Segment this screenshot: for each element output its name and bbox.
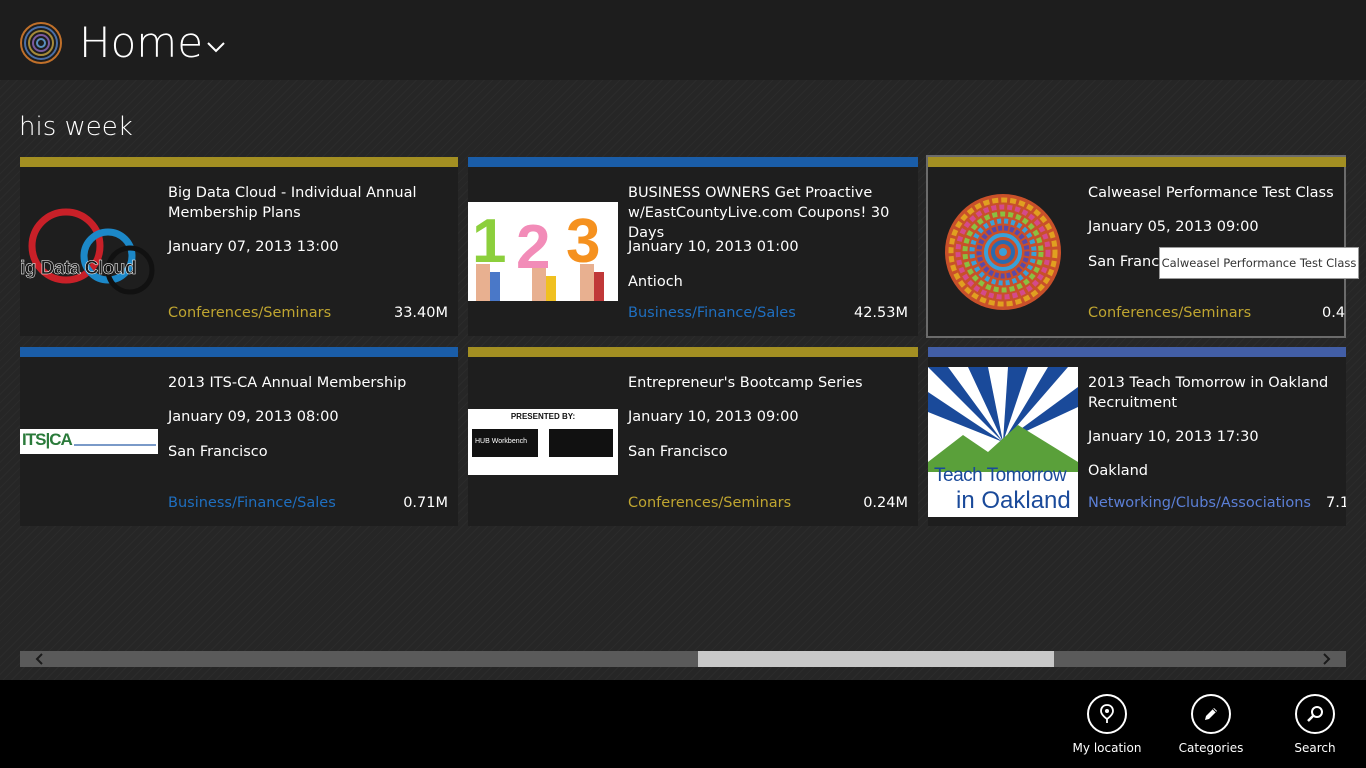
scrollbar-thumb[interactable] xyxy=(698,651,1054,667)
event-thumbnail: ig Data Cloud xyxy=(20,190,158,300)
page-title[interactable]: Home xyxy=(79,18,203,68)
event-title: BUSINESS OWNERS Get Proactive w/EastCoun… xyxy=(628,185,890,241)
event-category: Business/Finance/Sales xyxy=(628,305,796,321)
event-category: Conferences/Seminars xyxy=(628,495,792,511)
event-title: 2013 ITS-CA Annual Membership xyxy=(168,375,407,391)
event-date: January 10, 2013 09:00 xyxy=(628,409,799,425)
event-location: San Francisco xyxy=(168,444,268,460)
event-thumbnail: PRESENTED BY: HUB Workbench xyxy=(468,409,618,475)
thumbnail-text: Teach Tomorrow xyxy=(934,465,1067,486)
event-thumbnail: Teach Tomorrow in Oakland xyxy=(928,367,1078,517)
event-tile[interactable]: ITS|CA 2013 ITS-CA Annual Membership Jan… xyxy=(20,347,458,526)
categories-label: Categories xyxy=(1178,741,1244,755)
thumbnail-logo-box xyxy=(549,429,613,457)
event-category: Conferences/Seminars xyxy=(168,305,332,321)
my-location-button[interactable]: My location xyxy=(1062,694,1152,760)
event-thumbnail: 1 2 3 123 xyxy=(468,202,618,301)
scroll-right-icon[interactable] xyxy=(1320,653,1332,665)
tile-category-bar xyxy=(468,157,918,167)
event-category: Conferences/Seminars xyxy=(1088,305,1252,321)
pencil-icon xyxy=(1191,694,1231,734)
tooltip: Calweasel Performance Test Class xyxy=(1159,247,1359,279)
tile-category-bar xyxy=(928,157,1346,167)
event-title: Calweasel Performance Test Class xyxy=(1088,185,1334,201)
event-tile[interactable]: 1 2 3 123 BUSINESS OWNERS Get Proactive … xyxy=(468,157,918,336)
event-location: Antioch xyxy=(628,274,683,290)
tile-category-bar xyxy=(928,347,1346,357)
section-title: his week xyxy=(19,112,133,142)
scroll-left-icon[interactable] xyxy=(34,653,46,665)
event-category: Business/Finance/Sales xyxy=(168,495,336,511)
event-size: 0.24M xyxy=(863,495,908,511)
tile-category-bar xyxy=(20,157,458,167)
app-logo-icon xyxy=(20,22,62,64)
event-tile[interactable]: ig Data Cloud Big Data Cloud - Individua… xyxy=(20,157,458,336)
event-location: San Francisco xyxy=(628,444,728,460)
event-date: January 07, 2013 13:00 xyxy=(168,239,339,255)
location-pin-icon xyxy=(1087,694,1127,734)
my-location-label: My location xyxy=(1072,741,1142,755)
event-size: 0.71M xyxy=(403,495,448,511)
event-size: 0.4 xyxy=(1322,305,1346,321)
tile-category-bar xyxy=(468,347,918,357)
thumbnail-subtext xyxy=(74,444,156,446)
event-date: January 05, 2013 09:00 xyxy=(1088,219,1259,235)
thumbnail-text: PRESENTED BY: xyxy=(510,412,576,421)
chevron-down-icon[interactable] xyxy=(206,40,226,54)
event-tile[interactable]: PRESENTED BY: HUB Workbench Entrepreneur… xyxy=(468,347,918,526)
event-title: Entrepreneur's Bootcamp Series xyxy=(628,375,863,391)
event-size: 7.1 xyxy=(1326,495,1346,511)
app-header: Home xyxy=(0,0,1366,80)
event-size: 42.53M xyxy=(853,305,908,321)
event-date: January 10, 2013 17:30 xyxy=(1088,429,1259,445)
thumbnail-text: ITS|CA xyxy=(22,430,73,449)
thumbnail-text: ig Data Cloud xyxy=(20,258,137,280)
thumbnail-subtext: HUB Workbench xyxy=(475,438,528,445)
event-thumbnail xyxy=(942,191,1064,313)
tile-category-bar xyxy=(20,347,458,357)
event-location: Oakland xyxy=(1088,463,1149,479)
event-category: Networking/Clubs/Associations xyxy=(1088,495,1311,511)
event-title: Big Data Cloud - Individual Annual Membe… xyxy=(168,185,417,221)
event-date: January 10, 2013 01:00 xyxy=(628,239,799,255)
app-bar: My location Categories Search xyxy=(0,680,1366,768)
event-date: January 09, 2013 08:00 xyxy=(168,409,339,425)
search-button[interactable]: Search xyxy=(1270,694,1360,760)
event-size: 33.40M xyxy=(393,305,448,321)
horizontal-scrollbar[interactable] xyxy=(20,651,1346,667)
search-icon xyxy=(1295,694,1335,734)
event-thumbnail: ITS|CA xyxy=(20,429,158,454)
event-tile[interactable]: Teach Tomorrow in Oakland 2013 Teach Tom… xyxy=(928,347,1346,526)
thumbnail-logo-box: HUB Workbench xyxy=(472,429,538,457)
thumbnail-subtext: in Oakland xyxy=(956,487,1071,514)
categories-button[interactable]: Categories xyxy=(1166,694,1256,760)
search-label: Search xyxy=(1294,741,1336,755)
event-title: 2013 Teach Tomorrow in Oakland Recruitme… xyxy=(1088,375,1329,411)
